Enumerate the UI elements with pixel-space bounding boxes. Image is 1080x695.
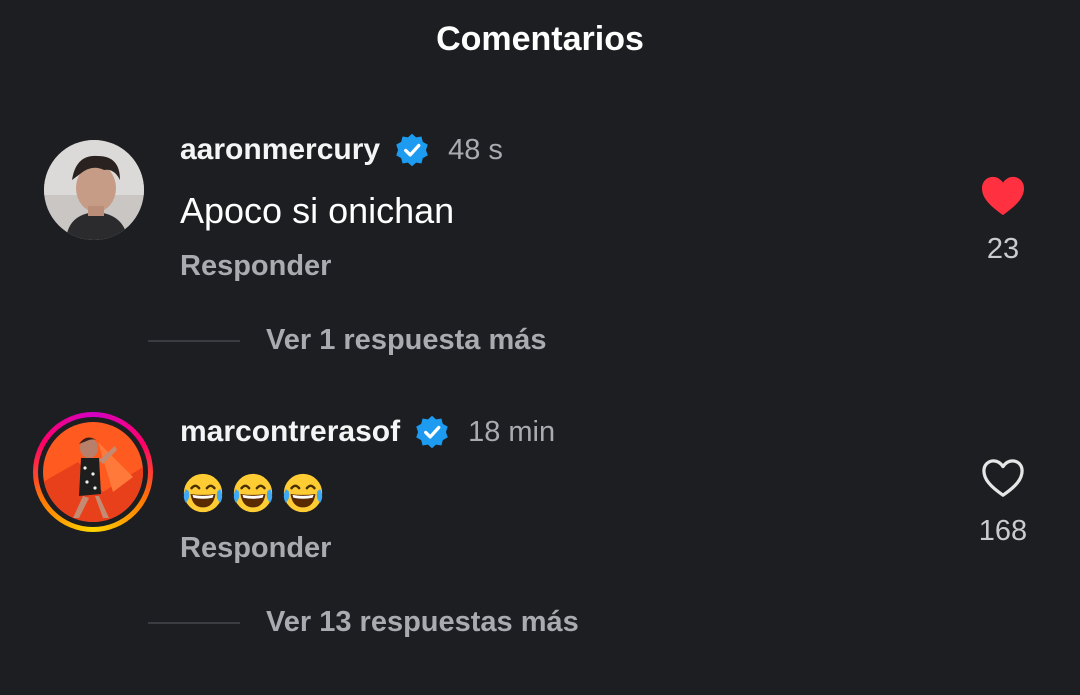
timestamp: 18 min bbox=[468, 415, 556, 448]
like-button[interactable]: 168 bbox=[933, 457, 1073, 548]
comments-sheet: Comentarios aaronmercury 48 s Apoco si o… bbox=[0, 0, 1080, 695]
avatar bbox=[43, 422, 143, 522]
tears-of-joy-emoji-icon bbox=[183, 473, 223, 513]
view-more-replies[interactable]: Ver 13 respuestas más bbox=[148, 606, 579, 639]
username[interactable]: marcontrerasof bbox=[180, 415, 400, 449]
view-more-replies[interactable]: Ver 1 respuesta más bbox=[148, 324, 547, 357]
comment-item: marcontrerasof 18 min Responder 168 Ver … bbox=[0, 0, 1080, 638]
verified-badge-icon bbox=[416, 415, 448, 449]
view-more-replies-label: Ver 1 respuesta más bbox=[266, 324, 547, 356]
reply-button[interactable]: Responder bbox=[180, 250, 331, 283]
tears-of-joy-emoji-icon bbox=[233, 473, 273, 513]
heart-outline-icon bbox=[982, 459, 1024, 497]
tears-of-joy-emoji-icon bbox=[283, 473, 323, 513]
comment-text bbox=[180, 470, 326, 516]
view-more-replies-label: Ver 13 respuestas más bbox=[266, 606, 579, 638]
profile-photo-woman-orange-icon bbox=[43, 422, 143, 522]
like-count: 168 bbox=[978, 515, 1028, 547]
reply-button[interactable]: Responder bbox=[180, 532, 331, 565]
avatar-story-ring[interactable] bbox=[33, 412, 153, 532]
divider-line bbox=[148, 621, 240, 624]
divider-line bbox=[148, 339, 240, 342]
comment-header: marcontrerasof 18 min bbox=[180, 414, 555, 450]
